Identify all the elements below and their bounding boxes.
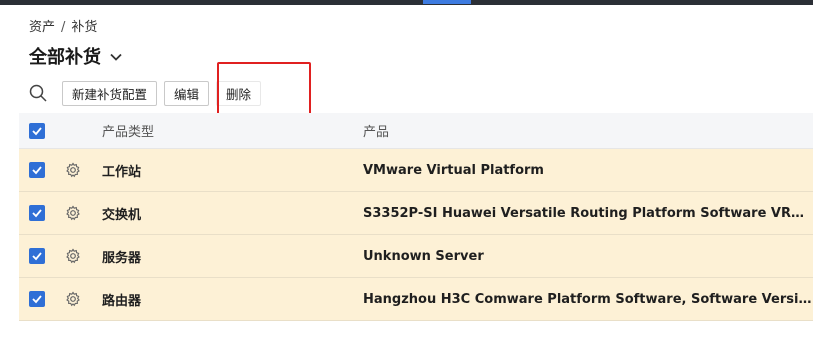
cell-product: VMware Virtual Platform [363, 162, 544, 178]
cell-product: Hangzhou H3C Comware Platform Software, … [363, 291, 813, 307]
cell-product-type: 路由器 [102, 293, 142, 309]
row-checkbox[interactable] [29, 205, 45, 221]
search-icon[interactable] [29, 84, 47, 102]
header-product[interactable]: 产品 [363, 121, 813, 140]
breadcrumb-current: 补货 [71, 20, 98, 35]
table-row[interactable]: 服务器 Unknown Server [19, 235, 813, 278]
gear-icon[interactable] [65, 248, 81, 264]
table-row[interactable]: 交换机 S3352P-SI Huawei Versatile Routing P… [19, 192, 813, 235]
select-all-checkbox[interactable] [29, 122, 45, 139]
cell-product: Unknown Server [363, 248, 484, 264]
cell-product-type: 服务器 [102, 250, 142, 266]
chevron-down-icon[interactable] [109, 49, 123, 63]
cell-product-type: 交换机 [102, 207, 142, 223]
table-row[interactable]: 路由器 Hangzhou H3C Comware Platform Softwa… [19, 278, 813, 321]
breadcrumb-separator: / [61, 20, 66, 35]
edit-button[interactable]: 编辑 [164, 80, 210, 106]
row-checkbox[interactable] [29, 248, 45, 264]
cell-product-type: 工作站 [102, 164, 142, 180]
row-checkbox[interactable] [29, 291, 45, 307]
table-row[interactable]: 工作站 VMware Virtual Platform [19, 149, 813, 192]
top-bar [0, 0, 813, 5]
breadcrumb: 资产 / 补货 [29, 16, 97, 35]
breadcrumb-parent[interactable]: 资产 [29, 20, 55, 35]
replenishment-table: 产品类型 产品 工作站 VMware Virtual Platform 交换机 … [19, 113, 813, 321]
gear-icon[interactable] [65, 291, 81, 307]
cell-product: S3352P-SI Huawei Versatile Routing Platf… [363, 205, 813, 221]
page-title-text: 全部补货 [29, 47, 101, 68]
header-product-type[interactable]: 产品类型 [102, 121, 154, 140]
active-tab-indicator [423, 0, 471, 4]
gear-icon[interactable] [65, 162, 81, 178]
gear-icon[interactable] [65, 205, 81, 221]
page-title[interactable]: 全部补货 [29, 43, 123, 69]
table-header: 产品类型 产品 [19, 113, 813, 149]
row-checkbox[interactable] [29, 162, 45, 178]
new-config-button[interactable]: 新建补货配置 [62, 80, 158, 106]
